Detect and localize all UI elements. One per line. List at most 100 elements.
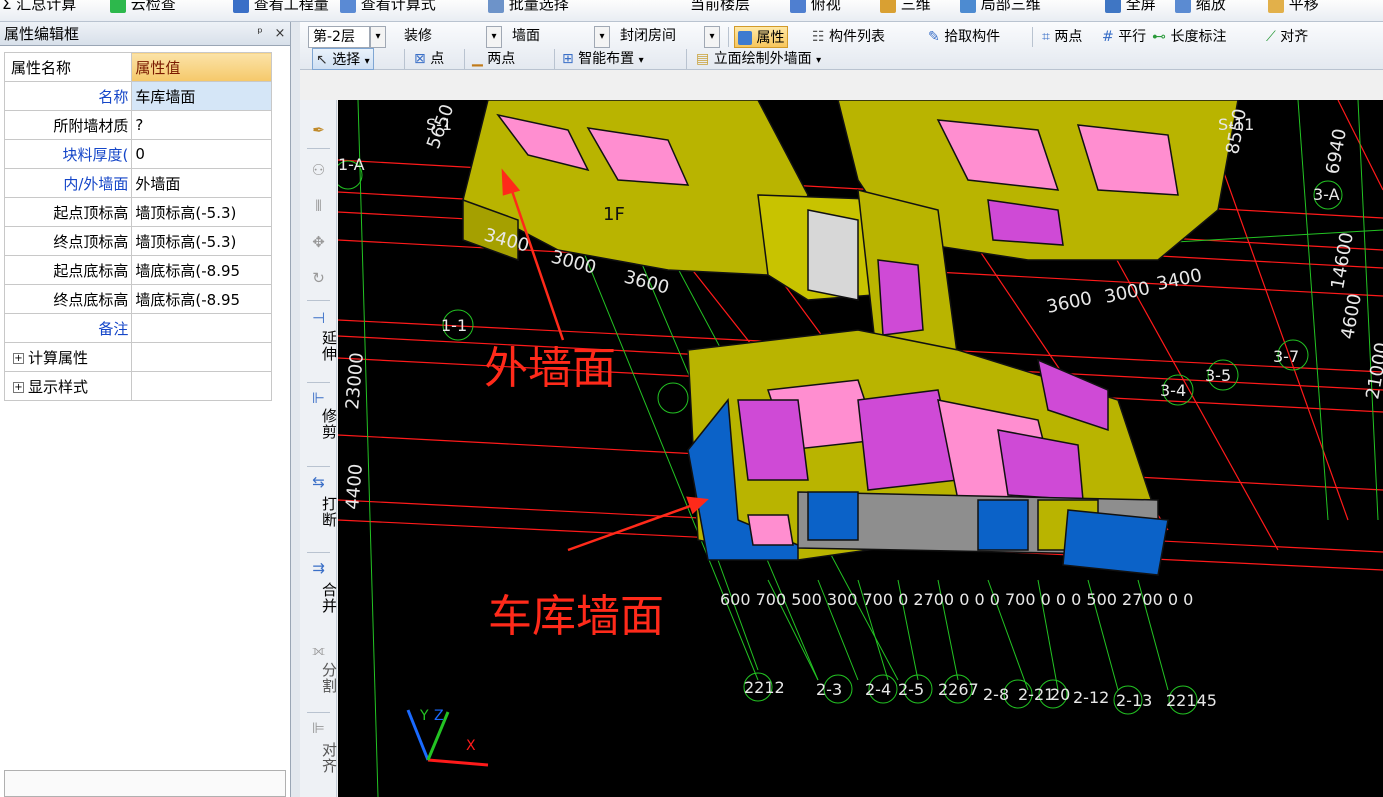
chevron-down-icon: ▾ bbox=[364, 56, 370, 67]
brush-icon[interactable]: ✒ bbox=[300, 122, 337, 138]
toolbar-item-cloud-check[interactable]: 云检查 bbox=[110, 0, 176, 15]
model-3d[interactable]: 3400 3000 3600 3600 3000 3400 600 700 50… bbox=[338, 100, 1383, 797]
chevron-down-icon: ▾ bbox=[638, 55, 644, 66]
split-button[interactable]: 分割 bbox=[300, 662, 338, 694]
property-value[interactable]: 墙底标高(-8.95 bbox=[131, 284, 272, 314]
axis-id: 2-21 bbox=[1018, 685, 1054, 704]
properties-button[interactable]: 属性 bbox=[734, 26, 789, 48]
chevron-down-icon[interactable]: ▾ bbox=[704, 26, 720, 48]
property-row[interactable]: 终点顶标高 墙顶标高(-5.3) bbox=[3, 226, 272, 256]
trim-button[interactable]: 修剪 bbox=[300, 408, 338, 440]
split-icon[interactable]: ⟗ bbox=[300, 642, 337, 658]
room-select[interactable]: 封闭房间 bbox=[616, 26, 704, 48]
property-row[interactable]: 起点顶标高 墙顶标高(-5.3) bbox=[3, 197, 272, 227]
break-icon[interactable]: ⇆ bbox=[300, 474, 337, 490]
copy-icon[interactable]: ⚇ bbox=[300, 162, 337, 178]
pin-icon[interactable]: ᵖ bbox=[250, 26, 270, 41]
toolbar-item-view-quantity[interactable]: 查看工程量 bbox=[233, 0, 329, 15]
point-icon: ⊠ bbox=[414, 51, 426, 67]
axis-y-label: Y bbox=[419, 708, 429, 724]
pick-component-button[interactable]: ✎ 拾取构件 bbox=[928, 26, 1000, 48]
trim-icon[interactable]: ⊩ bbox=[300, 390, 337, 406]
property-row[interactable]: 名称 车库墙面 bbox=[3, 81, 272, 111]
elevation-wall-button[interactable]: ▤ 立面绘制外墙面 ▾ bbox=[696, 48, 821, 70]
local-3d-icon bbox=[960, 0, 976, 13]
property-row[interactable]: 块料厚度( 0 bbox=[3, 139, 272, 169]
break-button[interactable]: 打断 bbox=[300, 496, 338, 528]
component-list-button[interactable]: ☷ 构件列表 bbox=[812, 26, 885, 48]
point-draw-button[interactable]: ⊠ 点 bbox=[414, 48, 444, 70]
property-row[interactable]: 备注 bbox=[3, 313, 272, 343]
toolbar-item-batch-select[interactable]: 批量选择 bbox=[488, 0, 569, 15]
close-icon[interactable]: × bbox=[270, 26, 290, 41]
toolbar-item-fullscreen[interactable]: 全屏 bbox=[1105, 0, 1156, 15]
extend-button[interactable]: 延伸 bbox=[300, 330, 338, 362]
chevron-down-icon[interactable]: ▾ bbox=[594, 26, 610, 48]
axis-id: 3-4 bbox=[1160, 381, 1186, 400]
align-dim-button[interactable]: ⟋ 对齐 bbox=[1266, 26, 1308, 48]
property-row[interactable]: 终点底标高 墙底标高(-8.95 bbox=[3, 284, 272, 314]
cloud-check-icon bbox=[110, 0, 126, 13]
align-button[interactable]: 对齐 bbox=[300, 742, 338, 774]
property-value[interactable]: 墙底标高(-8.95 bbox=[131, 255, 272, 285]
floor-select[interactable]: 第-2层 bbox=[308, 26, 370, 48]
rotate-icon[interactable]: ↻ bbox=[300, 270, 337, 286]
cloud-check-label: 云检查 bbox=[130, 0, 176, 13]
property-value[interactable]: ? bbox=[131, 110, 272, 140]
axis-id: 20 bbox=[1050, 685, 1070, 704]
elevation-icon: ▤ bbox=[696, 51, 710, 67]
property-row[interactable]: 所附墙材质 ? bbox=[3, 110, 272, 140]
align-icon[interactable]: ⊫ bbox=[300, 720, 337, 736]
axis-id: 2267 bbox=[938, 680, 979, 699]
expand-icon[interactable]: + bbox=[13, 352, 24, 364]
property-group-display[interactable]: + 显示样式 bbox=[3, 371, 272, 401]
dim-misc-2: 1F bbox=[603, 204, 625, 225]
property-group-calc[interactable]: + 计算属性 bbox=[3, 342, 272, 372]
toolbar-item-pan[interactable]: 平移 bbox=[1268, 0, 1319, 15]
property-value[interactable] bbox=[131, 313, 272, 343]
axis-id: 1-1 bbox=[441, 316, 467, 335]
property-description-box bbox=[4, 770, 286, 797]
merge-button[interactable]: 合并 bbox=[300, 582, 338, 614]
toolbar-item-zoom[interactable]: 缩放 bbox=[1175, 0, 1226, 15]
axis-id: 22145 bbox=[1166, 691, 1217, 710]
chevron-down-icon[interactable]: ▾ bbox=[370, 26, 386, 48]
category-select[interactable]: 装修 bbox=[400, 26, 486, 48]
zoom-icon bbox=[1175, 0, 1191, 13]
ruler-icon: ⊷ bbox=[1152, 29, 1166, 45]
toolbar-item-local-3d[interactable]: 局部三维 bbox=[960, 0, 1041, 15]
type-select[interactable]: 墙面 bbox=[508, 26, 594, 48]
axis-x-label: X bbox=[466, 738, 476, 754]
mirror-icon[interactable]: ⫴ bbox=[300, 198, 337, 214]
toolbar-item-3d[interactable]: 三维 bbox=[880, 0, 931, 15]
toolbar-item-view-formula[interactable]: 查看计算式 bbox=[340, 0, 436, 15]
merge-icon[interactable]: ⇉ bbox=[300, 560, 337, 576]
two-point-draw-button[interactable]: ▁ 两点 bbox=[472, 48, 515, 70]
toolbar-item-top-view[interactable]: 俯视 bbox=[790, 0, 841, 15]
group-label: 显示样式 bbox=[28, 377, 89, 396]
line-icon: ▁ bbox=[472, 51, 483, 67]
extend-icon[interactable]: ⊣ bbox=[300, 310, 337, 326]
panel-splitter[interactable] bbox=[291, 22, 300, 797]
axis-id: 2-12 bbox=[1073, 688, 1109, 707]
toolbar-item-calc-summary[interactable]: Σ 汇总计算 bbox=[2, 0, 76, 15]
parallel-dim-button[interactable]: # 平行 bbox=[1102, 26, 1146, 48]
property-panel-header: 属性编辑框 ᵖ × bbox=[0, 22, 290, 46]
expand-icon[interactable]: + bbox=[13, 381, 24, 393]
toolbar-item-current-floor[interactable]: 当前楼层 bbox=[690, 0, 750, 15]
select-button[interactable]: ↖ 选择 ▾ bbox=[312, 48, 374, 70]
property-row[interactable]: 起点底标高 墙底标高(-8.95 bbox=[3, 255, 272, 285]
chevron-down-icon[interactable]: ▾ bbox=[486, 26, 502, 48]
length-dim-button[interactable]: ⊷ 长度标注 bbox=[1152, 26, 1226, 48]
cursor-icon: ↖ bbox=[316, 52, 328, 68]
smart-layout-button[interactable]: ⊞ 智能布置 ▾ bbox=[562, 48, 644, 70]
move-icon[interactable]: ✥ bbox=[300, 234, 337, 250]
drawing-viewport[interactable]: 3400 3000 3600 3600 3000 3400 600 700 50… bbox=[338, 100, 1383, 797]
property-value[interactable]: 车库墙面 bbox=[131, 81, 272, 111]
property-value[interactable]: 墙顶标高(-5.3) bbox=[131, 226, 272, 256]
property-value[interactable]: 0 bbox=[131, 139, 272, 169]
property-value[interactable]: 墙顶标高(-5.3) bbox=[131, 197, 272, 227]
property-row[interactable]: 内/外墙面 外墙面 bbox=[3, 168, 272, 198]
two-point-dim-button[interactable]: ⌗ 两点 bbox=[1042, 26, 1082, 48]
property-value[interactable]: 外墙面 bbox=[131, 168, 272, 198]
